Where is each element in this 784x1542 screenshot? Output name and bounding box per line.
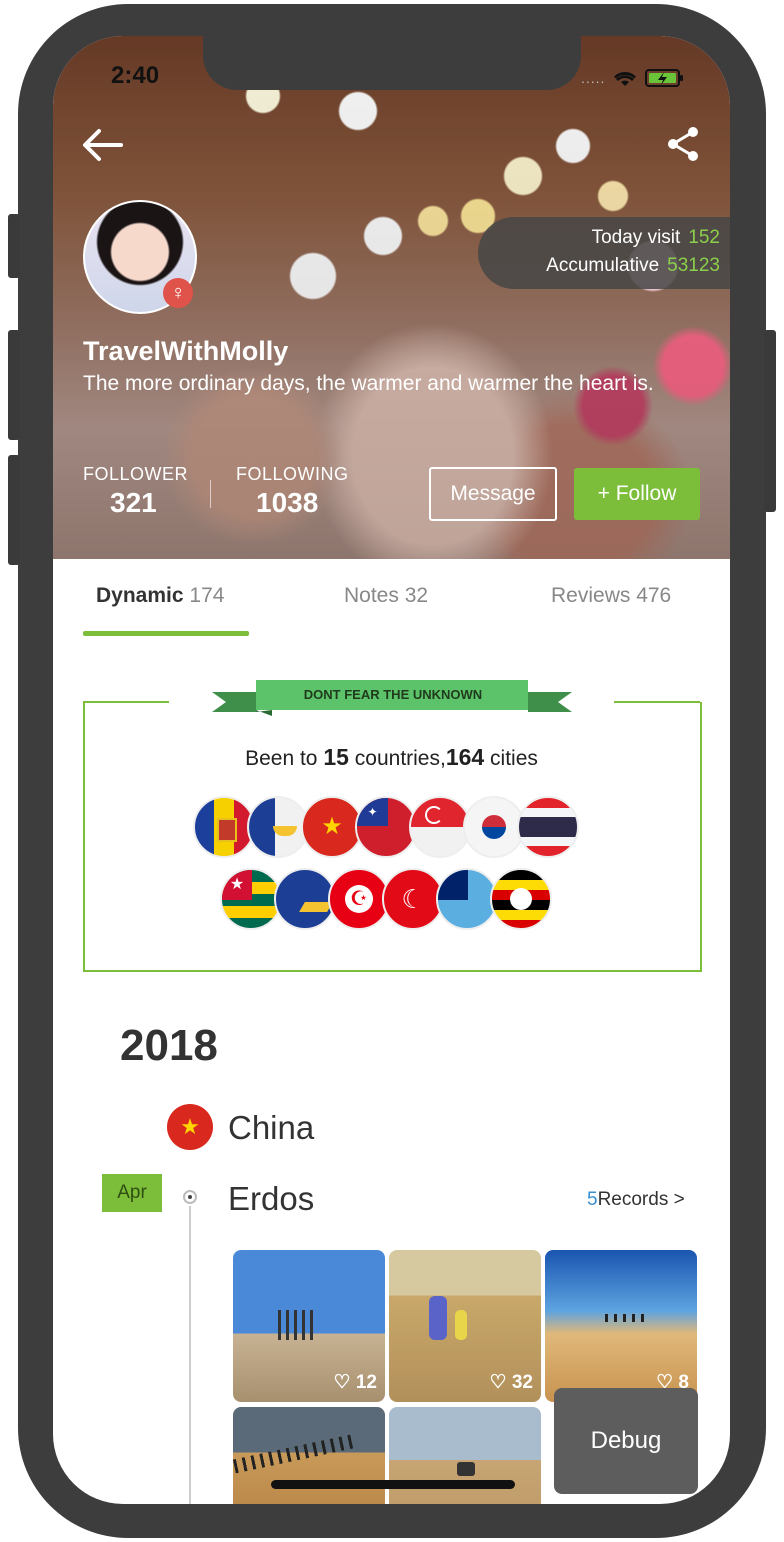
chevron-right-icon: > — [673, 1189, 685, 1210]
tokelau-flag-icon — [247, 796, 309, 858]
debug-button[interactable]: Debug — [554, 1388, 698, 1494]
timeline-country: China — [228, 1109, 315, 1146]
home-indicator[interactable] — [271, 1480, 515, 1489]
records-label: Records — [597, 1189, 669, 1210]
tokelau-flag-icon-2 — [274, 868, 336, 930]
username: TravelWithMolly — [83, 336, 289, 366]
south-korea-flag-icon — [463, 796, 525, 858]
thailand-flag-icon — [517, 796, 579, 858]
photo-tile[interactable]: ♡ 8 — [545, 1250, 697, 1402]
countries-summary: Been to 15 countries,164 cities — [245, 744, 538, 770]
singapore-flag-icon — [409, 796, 471, 858]
samoa-flag-icon: ✦ — [355, 796, 417, 858]
records-count: 5 — [587, 1189, 598, 1210]
profile-motto: The more ordinary days, the warmer and w… — [83, 372, 654, 395]
mute-switch — [8, 214, 20, 278]
accumulative-label: Accumulative — [546, 255, 660, 276]
following-label: FOLLOWING — [236, 464, 349, 484]
follow-button[interactable]: + Follow — [574, 468, 700, 520]
message-button[interactable]: Message — [429, 467, 557, 521]
female-gender-icon: ♀ — [163, 278, 193, 308]
month-badge: Apr — [102, 1174, 162, 1212]
timeline-year: 2018 — [120, 1021, 218, 1070]
timeline-dot — [183, 1190, 197, 1204]
tunisia-flag-icon: ☪ — [328, 868, 390, 930]
today-visit-value: 152 — [688, 227, 720, 248]
photo-tile[interactable]: ♡ 12 — [233, 1250, 385, 1402]
andorra-flag-icon — [193, 796, 255, 858]
notch — [203, 36, 581, 90]
battery-charging-icon — [645, 69, 684, 87]
accumulative-value: 53123 — [667, 255, 720, 276]
back-arrow-icon[interactable] — [81, 126, 123, 164]
photo-tile[interactable] — [389, 1407, 541, 1504]
timeline-city: Erdos — [228, 1180, 315, 1217]
screen: 2:40 ..... ♀ Today visit 152 Accumulative… — [53, 36, 730, 1504]
stat-divider — [210, 480, 211, 508]
active-tab-indicator — [83, 631, 249, 636]
tab-dynamic[interactable]: Dynamic 174 — [96, 584, 224, 608]
ribbon-text: DONT FEAR THE UNKNOWN — [303, 686, 483, 702]
status-time: 2:40 — [111, 62, 160, 89]
records-link[interactable]: 5Records > — [587, 1189, 685, 1211]
cities-count: 164 — [445, 744, 485, 770]
following-stat[interactable]: FOLLOWING 1038 — [236, 464, 349, 519]
like-count: ♡ 12 — [333, 1372, 377, 1393]
china-flag-icon: ★ — [301, 796, 363, 858]
togo-flag-icon: ★ — [220, 868, 282, 930]
uganda-flag-icon — [490, 868, 552, 930]
today-visit-label: Today visit — [591, 227, 681, 248]
wifi-icon — [614, 72, 637, 86]
china-flag-icon-timeline: ★ — [167, 1104, 213, 1150]
follower-stat[interactable]: FOLLOWER 321 — [83, 464, 188, 519]
profile-tabs: Dynamic 174 Notes 32 Reviews 476 — [53, 559, 730, 639]
share-icon[interactable] — [665, 126, 701, 162]
power-button — [764, 330, 776, 512]
photo-tile[interactable]: ♡ 32 — [389, 1250, 541, 1402]
volume-up-button — [8, 330, 20, 440]
signal-icon: ..... — [581, 70, 606, 86]
status-icons: ..... — [581, 68, 685, 88]
following-count: 1038 — [256, 487, 319, 518]
follower-label: FOLLOWER — [83, 464, 189, 484]
tab-notes[interactable]: Notes 32 — [344, 584, 428, 608]
countries-count: 15 — [323, 744, 349, 770]
tuvalu-flag-icon — [436, 868, 498, 930]
tab-reviews[interactable]: Reviews 476 — [551, 584, 671, 608]
follower-count: 321 — [110, 487, 157, 518]
volume-down-button — [8, 455, 20, 565]
like-count: ♡ 32 — [489, 1372, 533, 1393]
photo-tile[interactable] — [233, 1407, 385, 1504]
visit-stats-card: Today visit 152 Accumulative 53123 — [478, 217, 730, 289]
turkey-flag-icon: ☾ — [382, 868, 444, 930]
timeline-line — [189, 1206, 191, 1504]
